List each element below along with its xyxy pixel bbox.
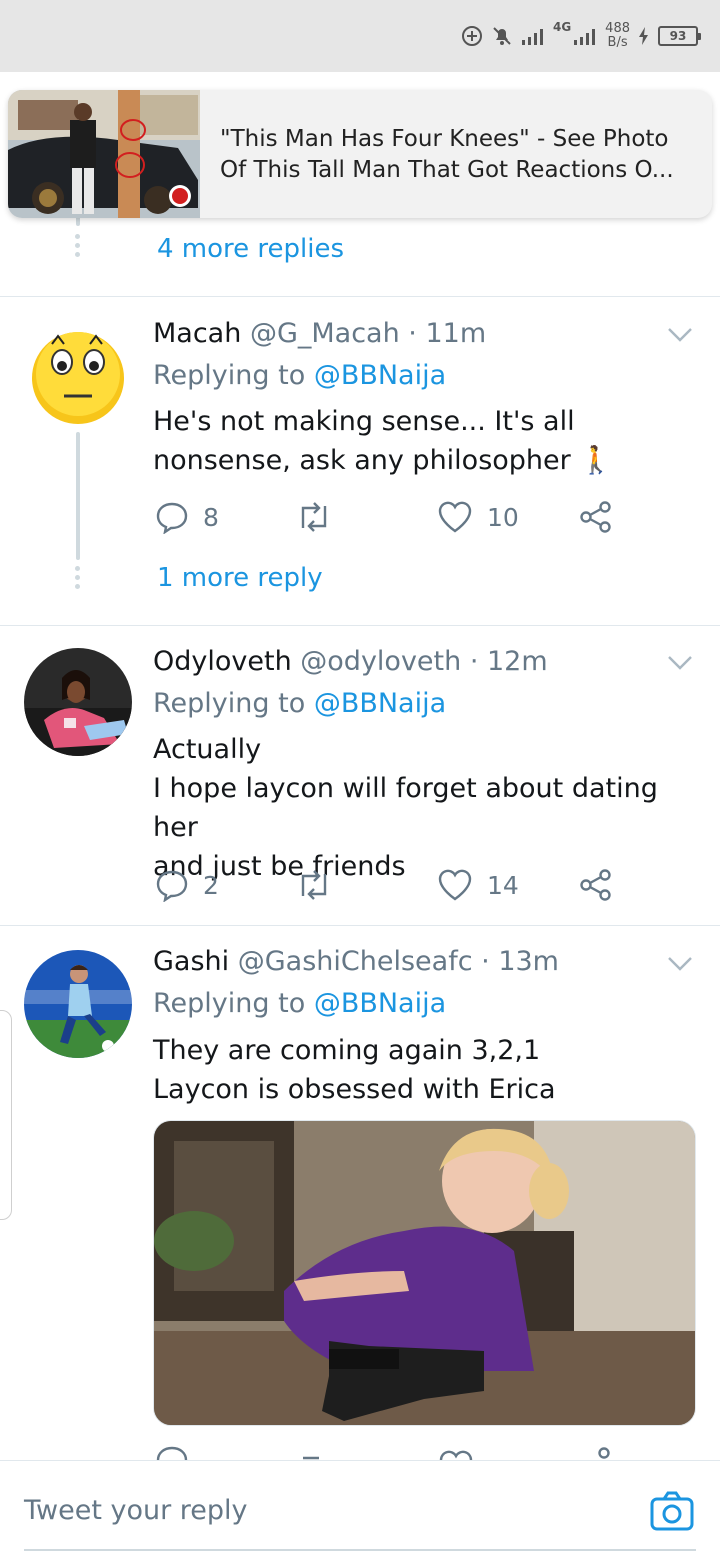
tweet-header: Gashi @GashiChelseafc · 13m [153,946,559,977]
battery-level: 93 [669,29,687,43]
chevron-down-icon[interactable] [666,654,694,672]
thread-connector [76,432,80,560]
notification-thumbnail [8,90,200,218]
mute-bell-icon [493,27,511,45]
timestamp: · 13m [481,946,559,977]
retweet-icon [301,870,327,900]
mention-link[interactable]: @BBNaija [314,988,446,1019]
profile-photo [24,648,132,756]
heart-icon [438,869,472,901]
camera-icon[interactable] [650,1491,694,1531]
tweet-text-line: They are coming again 3,2,1 [153,1035,541,1066]
signal-icon-1 [521,29,543,45]
avatar[interactable] [24,318,132,426]
tweet-header: Odyloveth @odyloveth · 12m [153,646,548,677]
like-button[interactable]: 10 [437,500,519,534]
replying-to: Replying to @BBNaija [153,360,446,391]
avatar[interactable] [24,950,132,1058]
share-icon [580,869,611,901]
tweet-text-line: Laycon is obsessed with Erica [153,1074,556,1105]
thread-dots [74,566,82,589]
retweet-button[interactable] [295,500,347,534]
tweet-text-line: nonsense, ask any philosopher 🚶 [153,445,613,476]
mention-link[interactable]: @BBNaija [314,360,446,391]
network-speed: 488 B/s [605,22,630,50]
avatar[interactable] [24,648,132,756]
tweet-text: They are coming again 3,2,1 Laycon is ob… [153,1031,698,1109]
replying-prefix: Replying to [153,688,306,719]
like-count: 14 [487,870,519,900]
chevron-down-icon[interactable] [666,326,694,344]
network-type: 4G [552,20,572,34]
reply-composer: Tweet your reply [0,1460,720,1560]
emoji-avatar-image [24,318,132,426]
more-replies-link[interactable]: 4 more replies [157,234,344,264]
replying-to: Replying to @BBNaija [153,688,446,719]
edge-panel-handle[interactable] [0,1010,12,1220]
tweet-text: He's not making sense... It's all nonsen… [153,402,698,480]
like-count: 10 [487,502,519,532]
thread-dots [74,234,82,257]
tweet-header: Macah @G_Macah · 11m [153,318,486,349]
like-button[interactable]: 14 [437,868,519,902]
reply-input[interactable]: Tweet your reply [24,1495,248,1526]
share-button[interactable] [579,868,613,902]
chevron-down-icon[interactable] [666,955,694,973]
speed-value: 488 [605,21,630,36]
timestamp: · 12m [469,646,548,677]
tweet-actions-peek [155,1446,625,1460]
add-circle-icon [461,26,482,46]
meme-photo [154,1121,695,1425]
tweet-text: Actually I hope laycon will forget about… [153,730,698,886]
user-handle[interactable]: @GashiChelseafc [238,946,473,977]
tweet-actions: 2 14 [155,868,625,904]
reply-count: 8 [203,502,219,532]
retweet-icon [301,502,327,532]
replying-prefix: Replying to [153,360,306,391]
retweet-button[interactable] [295,868,347,902]
user-handle[interactable]: @G_Macah [250,318,400,349]
signal-icon-2 [574,29,596,45]
timestamp: · 11m [408,318,487,349]
user-handle[interactable]: @odyloveth [300,646,461,677]
tweet-text-line: He's not making sense... It's all [153,406,575,437]
reply-button[interactable]: 2 [155,868,219,902]
divider [0,625,720,626]
speed-unit: B/s [607,35,628,50]
replying-to: Replying to @BBNaija [153,988,446,1019]
profile-photo [24,950,132,1058]
replying-prefix: Replying to [153,988,306,1019]
more-replies-link[interactable]: 1 more reply [157,563,323,593]
notification-headline: "This Man Has Four Knees" - See Photo Of… [220,126,674,183]
reply-button[interactable]: 8 [155,500,219,534]
battery-icon: 93 [658,26,701,46]
tweet-text-line: I hope laycon will forget about dating h… [153,773,658,843]
status-icons: 4G 488 B/s 93 [461,20,701,52]
divider [0,925,720,926]
share-button[interactable] [579,500,613,534]
reply-icon [156,502,188,534]
news-notification[interactable]: "This Man Has Four Knees" - See Photo Of… [8,90,712,218]
mention-link[interactable]: @BBNaija [314,688,446,719]
reply-icon [156,870,188,902]
display-name[interactable]: Macah [153,318,241,349]
reply-input-underline [24,1549,696,1551]
display-name[interactable]: Odyloveth [153,646,292,677]
charging-icon [639,27,648,45]
heart-icon [438,501,472,533]
reply-count: 2 [203,870,219,900]
display-name[interactable]: Gashi [153,946,229,977]
tweet-text-line: Actually [153,734,262,765]
share-icon [580,501,611,533]
divider [0,296,720,297]
tweet-actions: 8 10 [155,500,625,536]
status-bar: 4G 488 B/s 93 [0,0,720,72]
tweet-media-image[interactable] [153,1120,696,1426]
